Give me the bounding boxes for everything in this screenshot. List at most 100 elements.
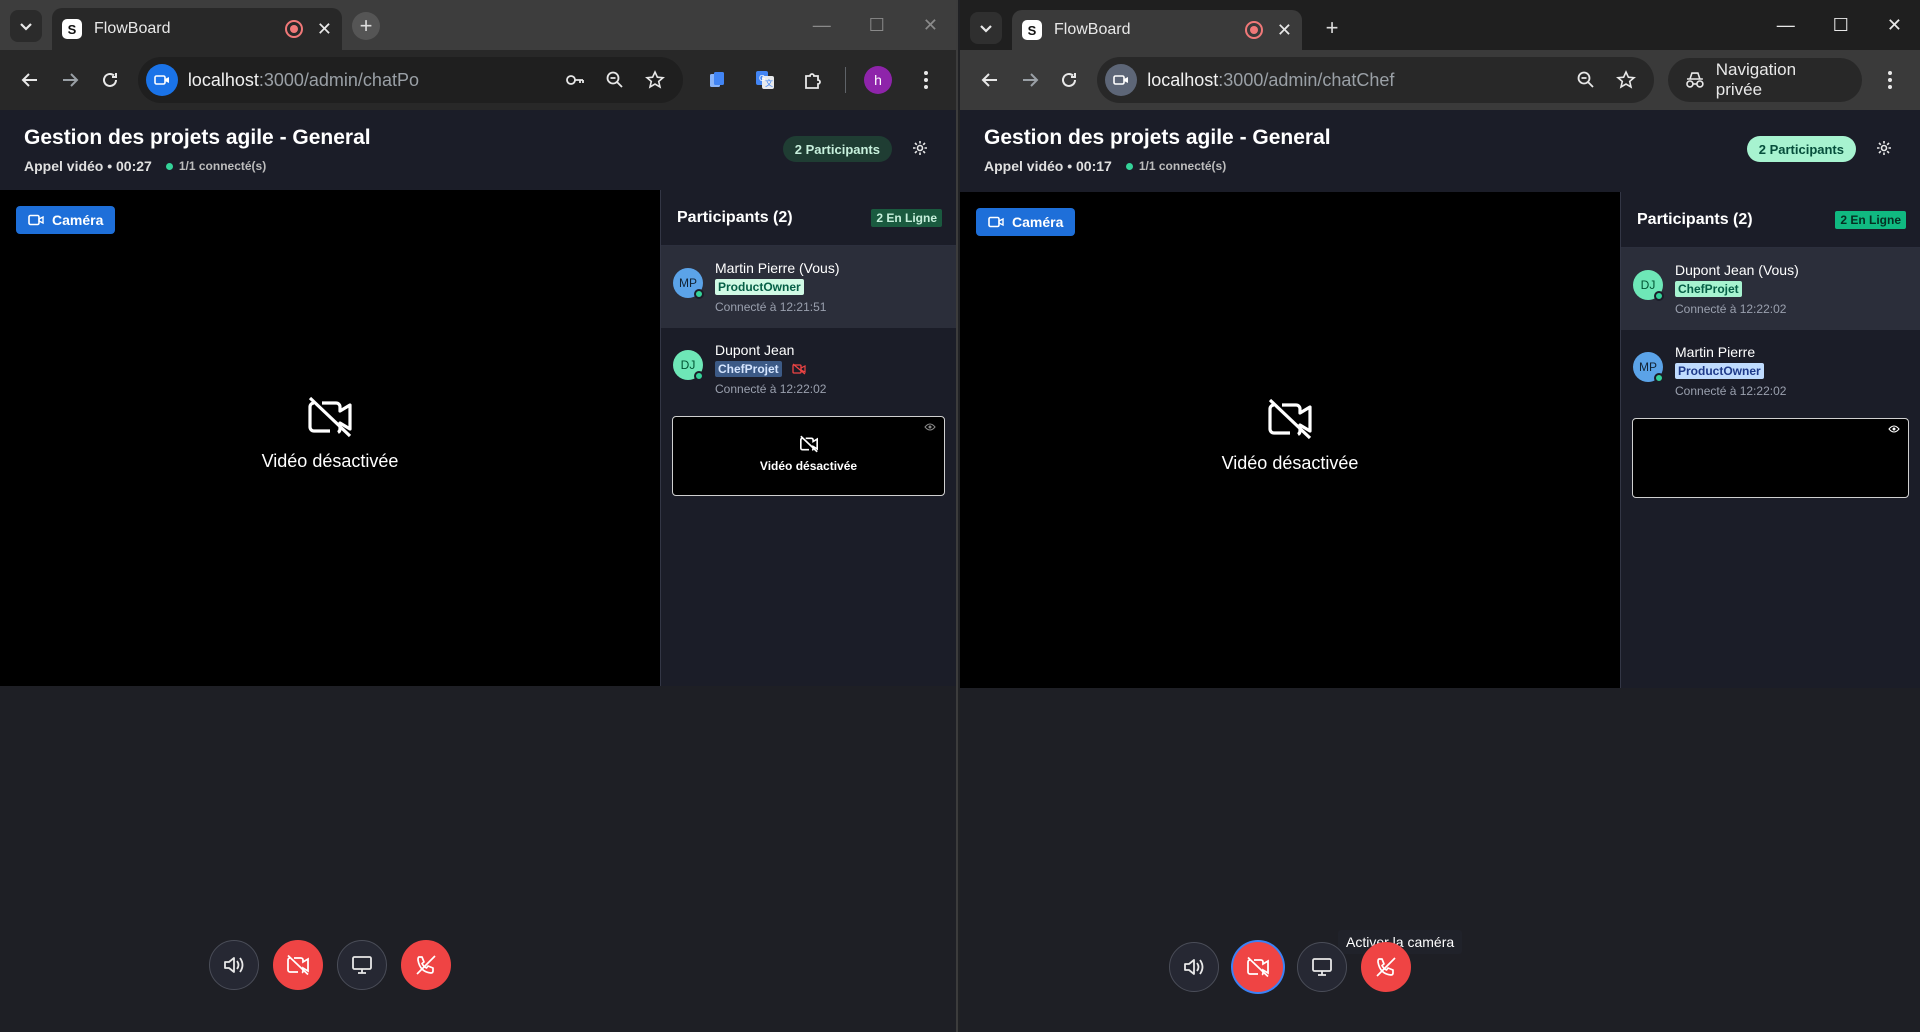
back-button[interactable] bbox=[10, 60, 50, 100]
eye-icon[interactable] bbox=[1888, 425, 1900, 433]
volume-icon bbox=[1184, 959, 1204, 975]
forward-button[interactable] bbox=[50, 60, 90, 100]
screen-share-button[interactable] bbox=[1297, 942, 1347, 992]
desktop: S FlowBoard ✕ + — ☐ ✕ localhost:3000/adm… bbox=[0, 0, 1920, 1032]
tab-title: FlowBoard bbox=[1054, 21, 1131, 38]
close-window-icon[interactable]: ✕ bbox=[923, 15, 938, 36]
forward-button[interactable] bbox=[1010, 60, 1050, 100]
back-button[interactable] bbox=[970, 60, 1010, 100]
participants-badge[interactable]: 2 Participants bbox=[782, 136, 892, 162]
maximize-icon[interactable]: ☐ bbox=[1833, 15, 1849, 36]
profile-button[interactable]: h bbox=[858, 60, 898, 100]
participant-connected-time: Connecté à 12:22:02 bbox=[1675, 384, 1787, 398]
volume-icon bbox=[224, 957, 244, 973]
reload-button[interactable] bbox=[90, 60, 130, 100]
video-off-placeholder: Vidéo désactivée bbox=[960, 397, 1620, 474]
call-info: Appel vidéo • 00:27 bbox=[24, 158, 152, 174]
zoom-out-icon[interactable] bbox=[595, 70, 635, 90]
maximize-icon[interactable]: ☐ bbox=[869, 15, 885, 36]
kebab-menu-icon[interactable] bbox=[906, 60, 946, 100]
phone-off-icon bbox=[416, 955, 436, 975]
participant-name: Martin Pierre bbox=[1675, 344, 1756, 360]
main-video-area: Caméra Vidéo désactivée bbox=[0, 190, 660, 686]
participant-connected-time: Connecté à 12:21:51 bbox=[715, 300, 827, 314]
toggle-camera-button[interactable] bbox=[1233, 942, 1283, 992]
extension-translate-icon[interactable]: G文 bbox=[745, 60, 785, 100]
role-badge: ProductOwner bbox=[1675, 363, 1764, 379]
video-camera-icon bbox=[28, 214, 44, 226]
camera-off-icon bbox=[1268, 398, 1312, 440]
gear-icon[interactable] bbox=[912, 140, 928, 161]
avatar: MP bbox=[1633, 352, 1664, 383]
key-icon[interactable] bbox=[555, 70, 595, 90]
close-tab-icon[interactable]: ✕ bbox=[317, 19, 332, 40]
puzzle-icon[interactable] bbox=[793, 60, 833, 100]
participant-name: Dupont Jean (Vous) bbox=[1675, 262, 1799, 278]
participant-row[interactable]: MP Martin Pierre ProductOwner Connecté à… bbox=[1621, 330, 1920, 412]
volume-button[interactable] bbox=[209, 940, 259, 990]
address-bar[interactable]: localhost:3000/admin/chatPo bbox=[137, 57, 683, 103]
tab-search-button[interactable] bbox=[970, 12, 1002, 44]
monitor-icon bbox=[1312, 958, 1332, 976]
minimize-icon[interactable]: — bbox=[1777, 15, 1795, 36]
participant-video-thumbnail[interactable]: Vidéo désactivée bbox=[672, 416, 945, 496]
toolbar-extensions: G文 h bbox=[697, 60, 946, 100]
connected-count: 1/1 connecté(s) bbox=[178, 159, 267, 173]
kebab-menu-icon[interactable] bbox=[1870, 60, 1910, 100]
address-bar[interactable]: localhost:3000/admin/chatChef bbox=[1097, 57, 1654, 103]
browser-tab[interactable]: S FlowBoard ✕ bbox=[1012, 10, 1302, 50]
online-badge: 2 En Ligne bbox=[871, 208, 942, 227]
volume-button[interactable] bbox=[1169, 942, 1219, 992]
site-camera-icon[interactable] bbox=[145, 64, 178, 96]
private-label: Navigation privée bbox=[1715, 60, 1797, 99]
browser-tab[interactable]: S FlowBoard ✕ bbox=[52, 8, 342, 50]
star-icon[interactable] bbox=[635, 70, 675, 90]
extension-docs-icon[interactable] bbox=[697, 60, 737, 100]
url-text[interactable]: localhost:3000/admin/chatChef bbox=[1147, 70, 1566, 91]
participant-row[interactable]: DJ Dupont Jean (Vous) ChefProjet Connect… bbox=[1621, 248, 1920, 330]
participants-badge[interactable]: 2 Participants bbox=[1746, 136, 1856, 162]
new-tab-button[interactable]: + bbox=[352, 12, 380, 40]
chevron-down-icon bbox=[20, 23, 32, 31]
avatar: DJ bbox=[1633, 270, 1664, 301]
screen-share-button[interactable] bbox=[337, 940, 387, 990]
tab-search-button[interactable] bbox=[10, 10, 42, 42]
role-badge: ChefProjet bbox=[1675, 281, 1742, 297]
new-tab-button[interactable]: + bbox=[1318, 14, 1346, 42]
camera-off-icon bbox=[1247, 956, 1269, 978]
camera-button[interactable]: Caméra bbox=[976, 208, 1076, 236]
phone-off-icon bbox=[1376, 957, 1396, 977]
hang-up-button[interactable] bbox=[401, 940, 451, 990]
tab-title: FlowBoard bbox=[94, 20, 171, 37]
close-window-icon[interactable]: ✕ bbox=[1887, 15, 1902, 36]
participant-row[interactable]: MP Martin Pierre (Vous) ProductOwner Con… bbox=[661, 246, 956, 328]
participants-title: Participants (2) bbox=[1637, 210, 1753, 228]
participant-row[interactable]: DJ Dupont Jean ChefProjet Connecté à 12:… bbox=[661, 328, 956, 410]
arrow-right-icon bbox=[62, 73, 79, 87]
eye-icon[interactable] bbox=[924, 423, 936, 431]
private-browsing-indicator[interactable]: Navigation privée bbox=[1667, 58, 1863, 102]
browser-toolbar: localhost:3000/admin/chatPo G文 h bbox=[0, 50, 956, 110]
camera-off-icon bbox=[287, 954, 309, 976]
browser-toolbar: localhost:3000/admin/chatChef Navigation… bbox=[960, 50, 1920, 110]
arrow-left-icon bbox=[981, 73, 997, 87]
url-text[interactable]: localhost:3000/admin/chatPo bbox=[188, 70, 555, 91]
zoom-out-icon[interactable] bbox=[1566, 70, 1606, 90]
toolbar-separator bbox=[845, 67, 846, 93]
close-tab-icon[interactable]: ✕ bbox=[1277, 20, 1292, 41]
toggle-camera-button[interactable] bbox=[273, 940, 323, 990]
star-icon[interactable] bbox=[1606, 70, 1646, 90]
recording-icon bbox=[1244, 21, 1263, 39]
call-controls bbox=[960, 942, 1620, 992]
participants-panel: Participants (2) 2 En Ligne MP Martin Pi… bbox=[660, 190, 956, 686]
minimize-icon[interactable]: — bbox=[813, 15, 831, 36]
hang-up-button[interactable] bbox=[1361, 942, 1411, 992]
gear-icon[interactable] bbox=[1876, 140, 1892, 161]
svg-text:文: 文 bbox=[765, 78, 773, 88]
browser-window-right: S FlowBoard ✕ + — ☐ ✕ localhost:3000/adm… bbox=[960, 0, 1920, 1032]
camera-button[interactable]: Caméra bbox=[16, 206, 116, 234]
participant-name: Martin Pierre (Vous) bbox=[715, 260, 840, 276]
participant-video-thumbnail[interactable] bbox=[1632, 418, 1909, 498]
site-camera-icon[interactable] bbox=[1105, 64, 1138, 96]
reload-button[interactable] bbox=[1050, 60, 1090, 100]
